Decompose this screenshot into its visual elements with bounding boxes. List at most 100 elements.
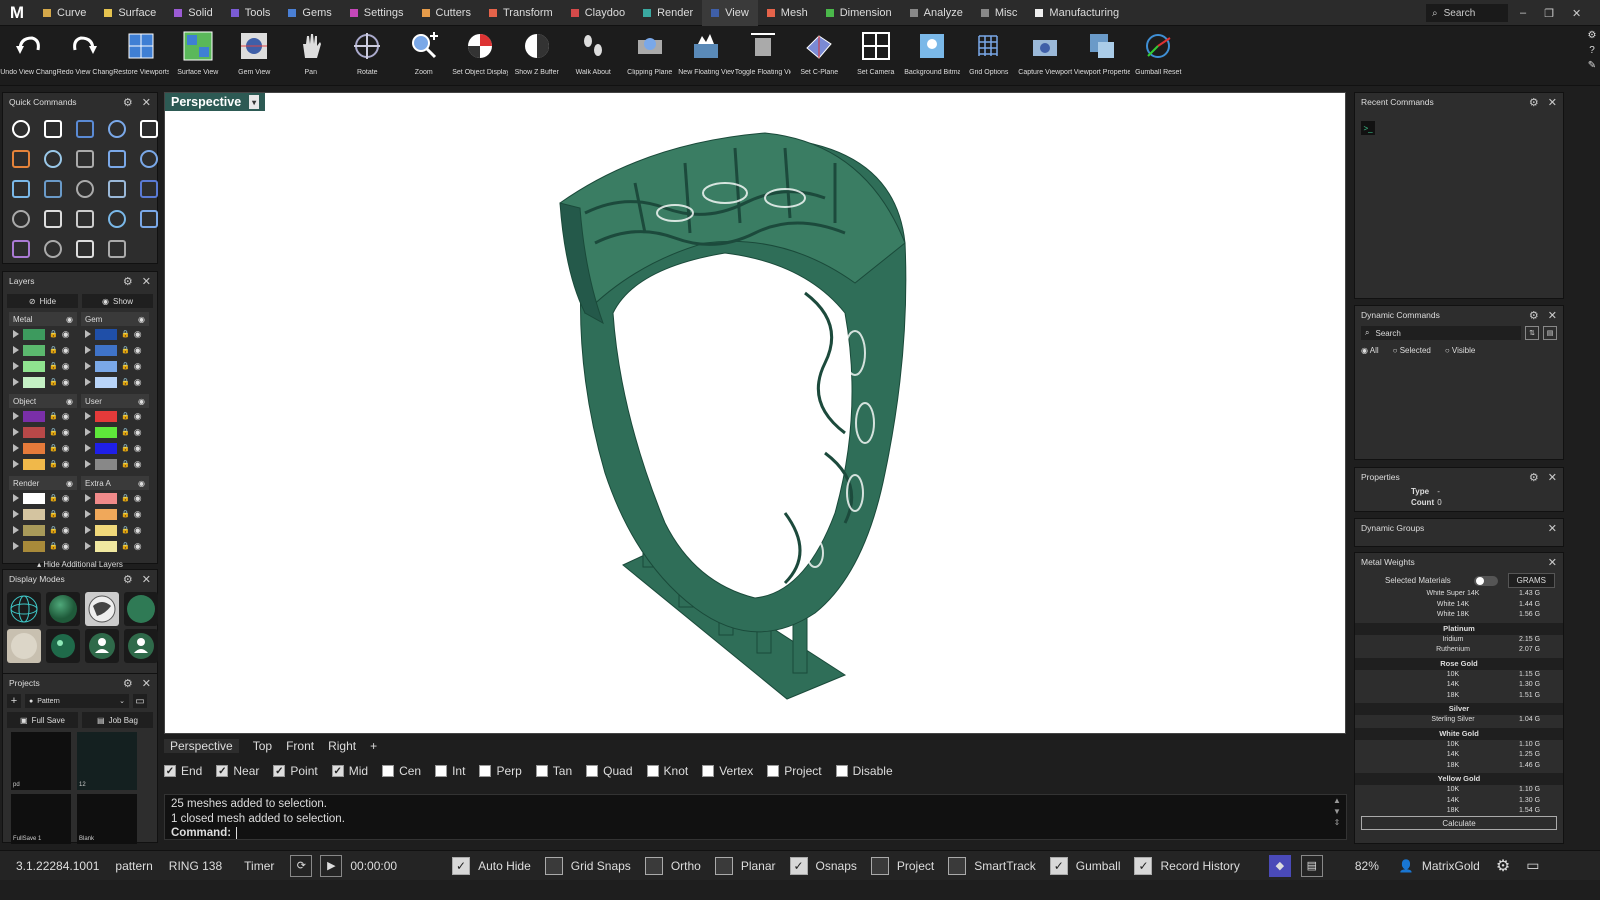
layer-row[interactable]: 🔒 ◉ bbox=[81, 374, 149, 390]
expand-icon[interactable] bbox=[85, 494, 91, 502]
layer-color-swatch[interactable] bbox=[95, 458, 117, 470]
toggle-osnaps[interactable]: ✓ Osnaps bbox=[783, 851, 864, 881]
lock-icon[interactable]: 🔒 bbox=[121, 428, 130, 436]
menu-mesh[interactable]: Mesh bbox=[758, 0, 817, 26]
lock-icon[interactable]: 🔒 bbox=[49, 346, 58, 354]
eye-icon[interactable]: ◉ bbox=[134, 427, 142, 438]
checkbox[interactable]: ✓ bbox=[789, 856, 808, 875]
layer-color-swatch[interactable] bbox=[23, 376, 45, 388]
eye-icon[interactable]: ◉ bbox=[62, 377, 70, 388]
lock-icon[interactable]: 🔒 bbox=[49, 526, 58, 534]
add-project-button[interactable]: + bbox=[7, 694, 21, 708]
expand-icon[interactable] bbox=[13, 510, 19, 518]
toolbar-walk-about-button[interactable]: Walk About bbox=[565, 26, 622, 86]
layer-color-swatch[interactable] bbox=[95, 328, 117, 340]
osnap-project[interactable]: Project bbox=[767, 764, 822, 778]
expand-icon[interactable] bbox=[13, 412, 19, 420]
flow-icon[interactable] bbox=[7, 235, 35, 263]
expand-icon[interactable] bbox=[13, 362, 19, 370]
layer-color-swatch[interactable] bbox=[95, 376, 117, 388]
layer-color-swatch[interactable] bbox=[23, 442, 45, 454]
mirror-icon[interactable] bbox=[7, 145, 35, 173]
layer-row[interactable]: 🔒 ◉ bbox=[81, 408, 149, 424]
checkbox[interactable] bbox=[767, 765, 780, 777]
checkbox[interactable]: ✓ bbox=[164, 765, 176, 777]
layer-color-swatch[interactable] bbox=[95, 442, 117, 454]
checkbox[interactable] bbox=[644, 856, 663, 875]
eye-icon[interactable]: ◉ bbox=[134, 509, 142, 520]
layer-color-swatch[interactable] bbox=[95, 508, 117, 520]
lock-icon[interactable]: 🔒 bbox=[121, 460, 130, 468]
checkbox[interactable] bbox=[535, 765, 548, 777]
expand-icon[interactable] bbox=[85, 412, 91, 420]
full-save-button[interactable]: ▣ Full Save bbox=[7, 712, 78, 728]
layer-color-swatch[interactable] bbox=[23, 540, 45, 552]
job-bag-button[interactable]: ▤ Job Bag bbox=[82, 712, 153, 728]
lock-icon[interactable]: 🔒 bbox=[121, 542, 130, 550]
menu-manufacturing[interactable]: Manufacturing bbox=[1026, 0, 1128, 26]
panel-close-icon[interactable]: ✕ bbox=[1548, 96, 1557, 109]
checkbox[interactable] bbox=[702, 765, 715, 777]
eye-icon[interactable]: ◉ bbox=[138, 479, 145, 488]
checkbox[interactable] bbox=[948, 856, 967, 875]
expand-icon[interactable] bbox=[13, 444, 19, 452]
toolbar-pan-button[interactable]: Pan bbox=[283, 26, 340, 86]
tab-front[interactable]: Front bbox=[286, 739, 314, 753]
dynamic-commands-search[interactable]: ⌕ Search bbox=[1361, 326, 1521, 340]
osnap-vertex[interactable]: Vertex bbox=[702, 764, 753, 778]
expand-icon[interactable] bbox=[85, 428, 91, 436]
panel-settings-icon[interactable]: ⚙ bbox=[123, 96, 133, 109]
eye-icon[interactable]: ◉ bbox=[62, 329, 70, 340]
eye-icon[interactable]: ◉ bbox=[134, 443, 142, 454]
trim-icon[interactable] bbox=[135, 145, 163, 173]
scale-icon[interactable] bbox=[71, 145, 99, 173]
matrixgold-logo-icon[interactable]: ◆ bbox=[1268, 854, 1291, 877]
osnap-quad[interactable]: Quad bbox=[586, 764, 633, 778]
layer-group-header[interactable]: Extra A ◉ bbox=[81, 476, 149, 490]
layer-row[interactable]: 🔒 ◉ bbox=[9, 440, 77, 456]
user-mode-2-icon[interactable] bbox=[124, 629, 158, 663]
eye-icon[interactable]: ◉ bbox=[66, 397, 73, 406]
layer-color-swatch[interactable] bbox=[95, 344, 117, 356]
arch-icon[interactable] bbox=[71, 205, 99, 233]
layer-group-header[interactable]: Metal ◉ bbox=[9, 312, 77, 326]
menu-cutters[interactable]: Cutters bbox=[413, 0, 480, 26]
lock-icon[interactable]: 🔒 bbox=[49, 510, 58, 518]
panel-close-icon[interactable]: ✕ bbox=[142, 573, 151, 586]
panel-close-icon[interactable]: ✕ bbox=[142, 96, 151, 109]
layer-color-swatch[interactable] bbox=[23, 360, 45, 372]
toolbar-grid-options-button[interactable]: Grid Options bbox=[961, 26, 1018, 86]
eye-icon[interactable]: ◉ bbox=[66, 479, 73, 488]
lock-icon[interactable]: 🔒 bbox=[121, 378, 130, 386]
move-icon[interactable] bbox=[39, 145, 67, 173]
tab-top[interactable]: Top bbox=[253, 739, 272, 753]
toolbar-gumball-reset-button[interactable]: Gumball Reset bbox=[1130, 26, 1187, 86]
edit-icon[interactable]: ✎ bbox=[1588, 60, 1596, 71]
menu-surface[interactable]: Surface bbox=[95, 0, 165, 26]
layer-group-header[interactable]: Object ◉ bbox=[9, 394, 77, 408]
lock-icon[interactable]: 🔒 bbox=[121, 510, 130, 518]
toggle-auto-hide[interactable]: ✓ Auto Hide bbox=[445, 851, 538, 881]
lock-icon[interactable]: 🔒 bbox=[49, 444, 58, 452]
osnap-cen[interactable]: Cen bbox=[382, 764, 421, 778]
eye-icon[interactable]: ◉ bbox=[62, 411, 70, 422]
layer-row[interactable]: 🔒 ◉ bbox=[9, 490, 77, 506]
arc-icon[interactable] bbox=[103, 115, 131, 143]
toolbar-undo-view-change-button[interactable]: Undo View Change bbox=[0, 26, 57, 86]
eye-icon[interactable]: ◉ bbox=[138, 315, 145, 324]
project-card[interactable]: pd bbox=[11, 732, 71, 790]
list-view-icon[interactable]: ▤ bbox=[1543, 326, 1557, 340]
layer-color-swatch[interactable] bbox=[23, 410, 45, 422]
gem-seat-icon[interactable] bbox=[7, 205, 35, 233]
menu-transform[interactable]: Transform bbox=[480, 0, 562, 26]
sphere-icon[interactable] bbox=[103, 235, 131, 263]
menu-view[interactable]: View bbox=[702, 0, 758, 26]
lock-icon[interactable]: 🔒 bbox=[49, 330, 58, 338]
bend-icon[interactable] bbox=[39, 205, 67, 233]
layer-color-swatch[interactable] bbox=[95, 410, 117, 422]
scroll-up-icon[interactable]: ▲ bbox=[1333, 796, 1341, 805]
polyline-icon[interactable] bbox=[7, 115, 35, 143]
ring-icon[interactable] bbox=[135, 175, 163, 203]
eye-icon[interactable]: ◉ bbox=[62, 361, 70, 372]
checkbox[interactable]: ✓ bbox=[452, 856, 471, 875]
